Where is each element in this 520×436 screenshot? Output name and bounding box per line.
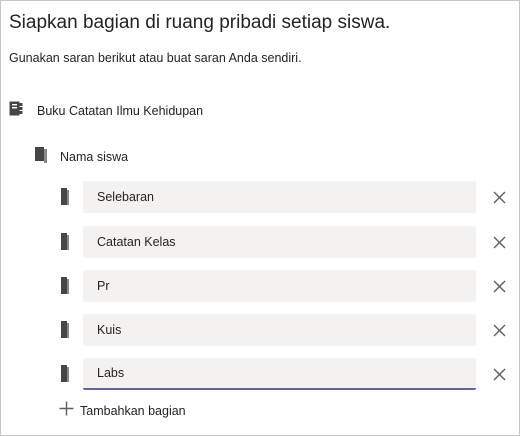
setup-sections-panel: Siapkan bagian di ruang pribadi setiap s… [0, 0, 520, 436]
add-section-button[interactable]: Tambahkan bagian [59, 401, 186, 421]
close-icon [493, 280, 505, 292]
section-name-input[interactable] [83, 226, 476, 258]
section-row [61, 226, 511, 258]
page-title: Siapkan bagian di ruang pribadi setiap s… [9, 12, 391, 33]
section-icon [61, 277, 69, 299]
section-name-input[interactable] [83, 314, 476, 346]
remove-section-button[interactable] [489, 320, 509, 340]
remove-section-button[interactable] [489, 187, 509, 207]
page-subtitle: Gunakan saran berikut atau buat saran An… [9, 51, 302, 65]
section-group-item: Nama siswa [35, 146, 129, 168]
section-icon [61, 321, 69, 343]
close-icon [493, 368, 505, 380]
notebook-label: Buku Catatan Ilmu Kehidupan [37, 104, 204, 118]
section-row [61, 181, 511, 213]
section-group-label: Nama siswa [60, 150, 129, 164]
close-icon [493, 324, 505, 336]
notebook-icon [9, 101, 23, 122]
section-group-icon [35, 146, 47, 168]
close-icon [493, 236, 505, 248]
add-section-label: Tambahkan bagian [80, 404, 186, 418]
remove-section-button[interactable] [489, 364, 509, 384]
section-icon [61, 188, 69, 210]
section-icon [61, 233, 69, 255]
plus-icon [59, 401, 74, 421]
section-name-input[interactable] [83, 270, 476, 302]
section-row [61, 314, 511, 346]
section-icon [61, 365, 69, 387]
section-row [61, 270, 511, 302]
remove-section-button[interactable] [489, 232, 509, 252]
section-name-input-focused[interactable] [83, 358, 476, 390]
close-icon [493, 191, 505, 203]
section-name-input[interactable] [83, 181, 476, 213]
notebook-item: Buku Catatan Ilmu Kehidupan [9, 101, 203, 121]
section-row [61, 358, 511, 390]
remove-section-button[interactable] [489, 276, 509, 296]
